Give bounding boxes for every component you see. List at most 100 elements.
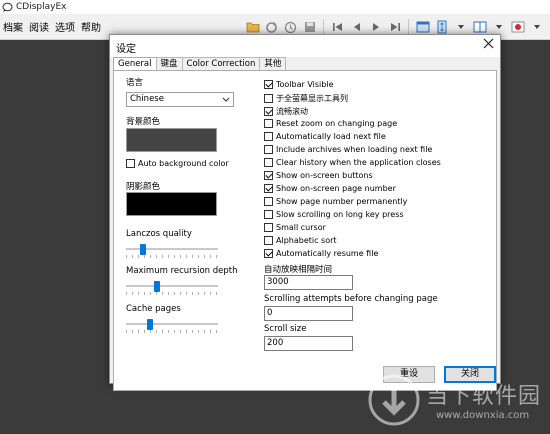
close-icon[interactable] [483,38,494,53]
lanczos-quality-slider[interactable] [126,244,218,258]
recursion-depth-slider[interactable] [126,281,218,295]
open-folder-icon[interactable] [245,19,261,35]
scroll-attempts-label: Scrolling attempts before changing page [264,294,438,304]
previous-page-icon[interactable] [349,19,365,35]
slider-ticks [126,292,218,295]
fit-width-icon[interactable] [415,19,431,35]
language-select-value: Chinese [130,94,164,104]
option-label: Reset zoom on changing page [276,119,398,128]
toolbar-separator [323,19,324,35]
option-checkbox[interactable]: Automatically load next file [264,132,386,141]
save-icon[interactable] [302,19,318,35]
zoom-dropdown-icon[interactable] [453,19,469,35]
cache-pages-label: Cache pages [126,304,181,314]
last-page-icon[interactable] [387,19,403,35]
watermark-logo-icon [368,374,420,426]
settings-dialog: 设定 General 键盘 Color Correction 其他 语言 Chi… [109,34,501,391]
shadow-color-swatch[interactable] [126,192,217,216]
checkbox-box[interactable] [264,145,273,154]
checkbox-box[interactable] [126,159,135,168]
scroll-attempts-input[interactable]: 0 [264,306,353,321]
option-checkbox[interactable]: Toolbar Visible [264,80,333,89]
menu-file[interactable]: 档案 [0,19,26,34]
layout-dropdown-icon[interactable] [491,19,507,35]
option-label: Clear history when the application close… [276,158,441,167]
checkbox-box[interactable] [264,184,273,193]
checkbox-box[interactable] [264,132,273,141]
option-label: Automatically load next file [276,132,386,141]
option-checkbox[interactable]: Show page number permanently [264,197,407,206]
chevron-down-icon [222,93,230,110]
tab-general[interactable]: General [113,57,157,71]
option-checkbox[interactable]: Small cursor [264,223,326,232]
background-color-label: 背景颜色 [126,117,161,127]
cache-pages-slider[interactable] [126,319,218,333]
two-pages-icon[interactable] [472,19,488,35]
history-icon[interactable] [283,19,299,35]
option-label: Show on-screen page number [276,184,396,193]
watermark: 当下软件园 www.downxia.com [366,370,546,430]
more-dropdown-icon[interactable] [529,19,545,35]
background-color-swatch[interactable] [126,128,217,152]
slideshow-interval-label: 自动放映相隔时间 [264,265,333,275]
auto-background-checkbox[interactable]: Auto background color [126,159,229,168]
checkbox-box[interactable] [264,80,273,89]
checkbox-box[interactable] [264,223,273,232]
checkbox-box[interactable] [264,107,273,116]
option-checkbox[interactable]: Automatically resume file [264,249,378,258]
shadow-color-label: 阴影颜色 [126,182,161,192]
checkbox-box[interactable] [264,119,273,128]
option-checkbox[interactable]: Alphabetic sort [264,236,337,245]
option-checkbox[interactable]: Include archives when loading next file [264,145,432,154]
recursion-depth-label: Maximum recursion depth [126,266,238,276]
option-checkbox[interactable]: Clear history when the application close… [264,158,441,167]
checkbox-box[interactable] [264,210,273,219]
first-page-icon[interactable] [330,19,346,35]
option-label: Include archives when loading next file [276,145,433,154]
tab-keyboard[interactable]: 键盘 [155,57,183,70]
checkbox-box[interactable] [264,158,273,167]
dialog-titlebar: 设定 [110,35,500,57]
slideshow-interval-input[interactable]: 3000 [264,275,353,290]
tab-other[interactable]: 其他 [259,57,287,70]
option-checkbox[interactable]: Reset zoom on changing page [264,119,397,128]
checkbox-box[interactable] [264,94,273,103]
option-checkbox[interactable]: Slow scrolling on long key press [264,210,404,219]
option-checkbox[interactable]: Show on-screen page number [264,184,396,193]
checkbox-box[interactable] [264,236,273,245]
option-label: 流畅滚动 [276,107,308,116]
menu-help[interactable]: 帮助 [78,19,104,34]
option-checkbox[interactable]: Show on-screen buttons [264,171,373,180]
auto-background-label: Auto background color [138,159,229,168]
app-title: CDisplayEx [16,2,67,12]
refresh-icon[interactable] [264,19,280,35]
option-label: 于全萤幕显示工具列 [276,94,348,103]
option-label: Show on-screen buttons [276,171,373,180]
slider-track [126,323,218,325]
option-checkbox[interactable]: 于全萤幕显示工具列 [264,93,348,104]
option-label: Slow scrolling on long key press [276,210,404,219]
tab-color-correction[interactable]: Color Correction [181,57,261,70]
language-label: 语言 [126,78,144,88]
record-icon[interactable] [510,19,526,35]
watermark-text: 当下软件园 [426,384,542,409]
slider-thumb[interactable] [147,319,153,330]
fit-height-icon[interactable] [434,19,450,35]
menu-read[interactable]: 阅读 [26,19,52,34]
checkbox-box[interactable] [264,249,273,258]
checkbox-box[interactable] [264,197,273,206]
toolbar-separator [408,19,409,35]
checkbox-box[interactable] [264,171,273,180]
language-select[interactable]: Chinese [126,92,234,107]
option-label: Alphabetic sort [276,236,337,245]
option-label: Automatically resume file [276,249,379,258]
menu-options[interactable]: 选项 [52,19,78,34]
app-titlebar: CDisplayEx [0,0,550,14]
option-checkbox[interactable]: 流畅滚动 [264,106,308,117]
scroll-size-input[interactable]: 200 [264,336,353,351]
slider-ticks [126,330,218,333]
app-icon [1,1,13,13]
slider-thumb[interactable] [154,281,160,292]
slider-thumb[interactable] [140,244,146,255]
next-page-icon[interactable] [368,19,384,35]
